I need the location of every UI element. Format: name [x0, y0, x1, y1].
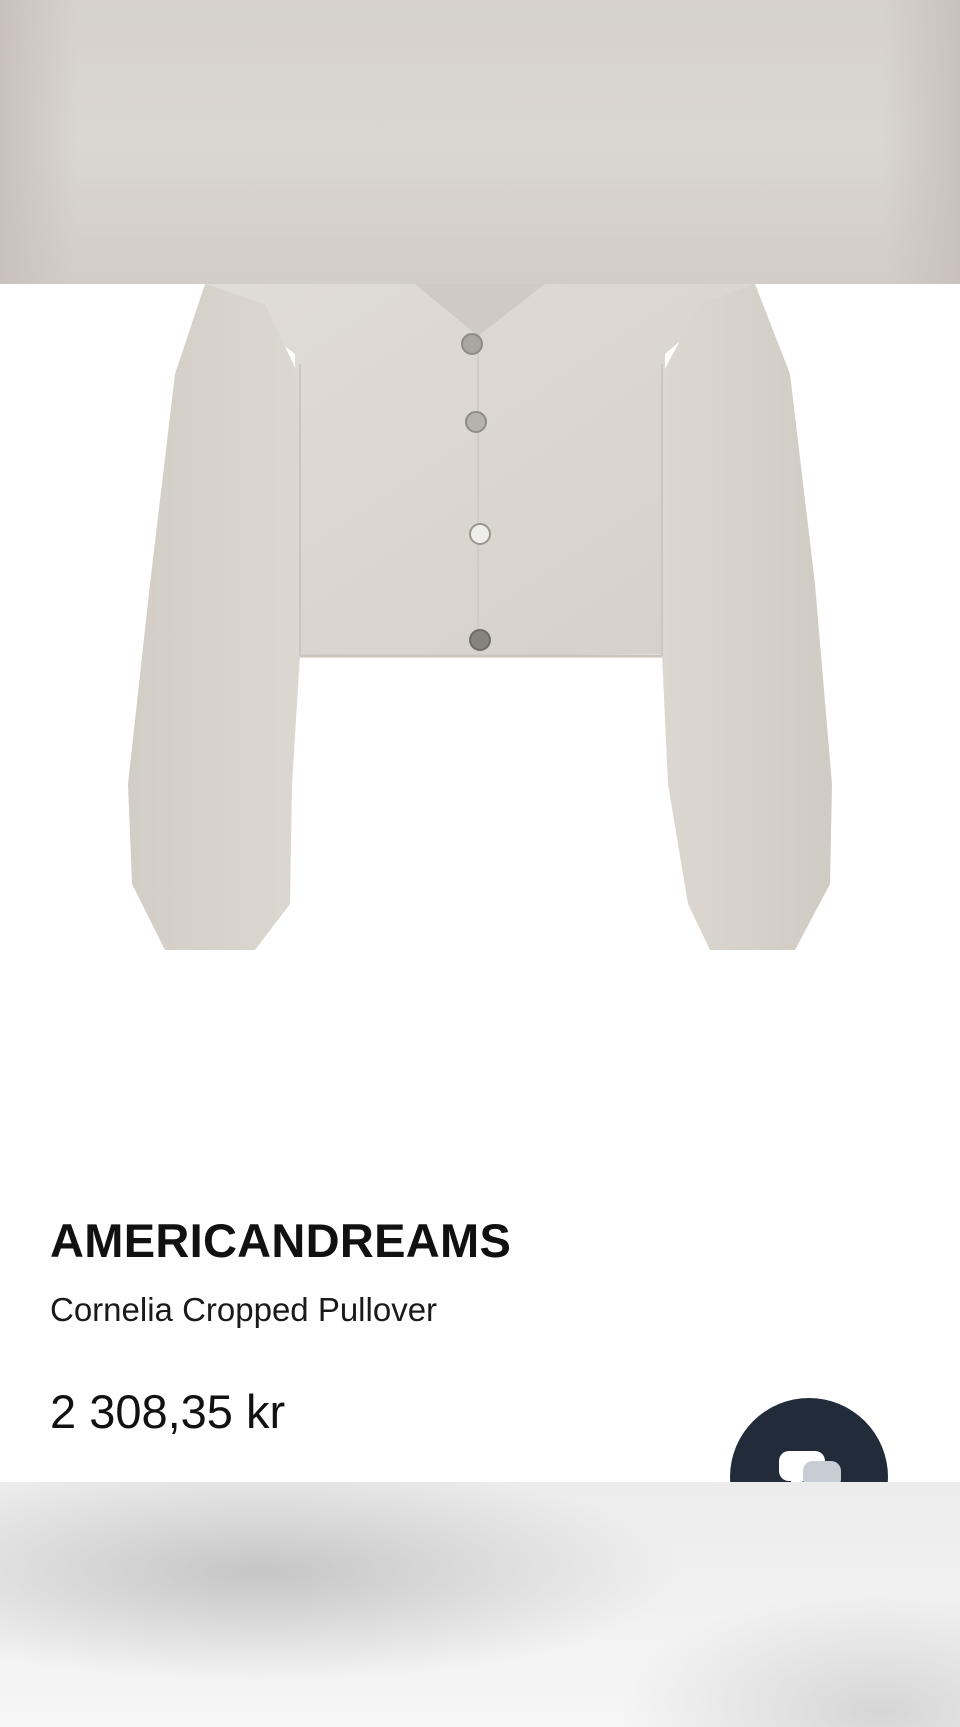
bottom-overlay-blurred [0, 1482, 960, 1727]
product-name: Cornelia Cropped Pullover [50, 1291, 438, 1328]
product-price: 2 308,35 kr [50, 1385, 286, 1438]
product-detail-page: AMERICANDREAMS Cornelia Cropped Pullover… [0, 0, 960, 1727]
previous-image-blurred [0, 0, 960, 284]
product-image[interactable] [0, 284, 960, 1084]
cardigan-illustration [128, 284, 832, 950]
product-brand[interactable]: AMERICANDREAMS [50, 1214, 511, 1268]
